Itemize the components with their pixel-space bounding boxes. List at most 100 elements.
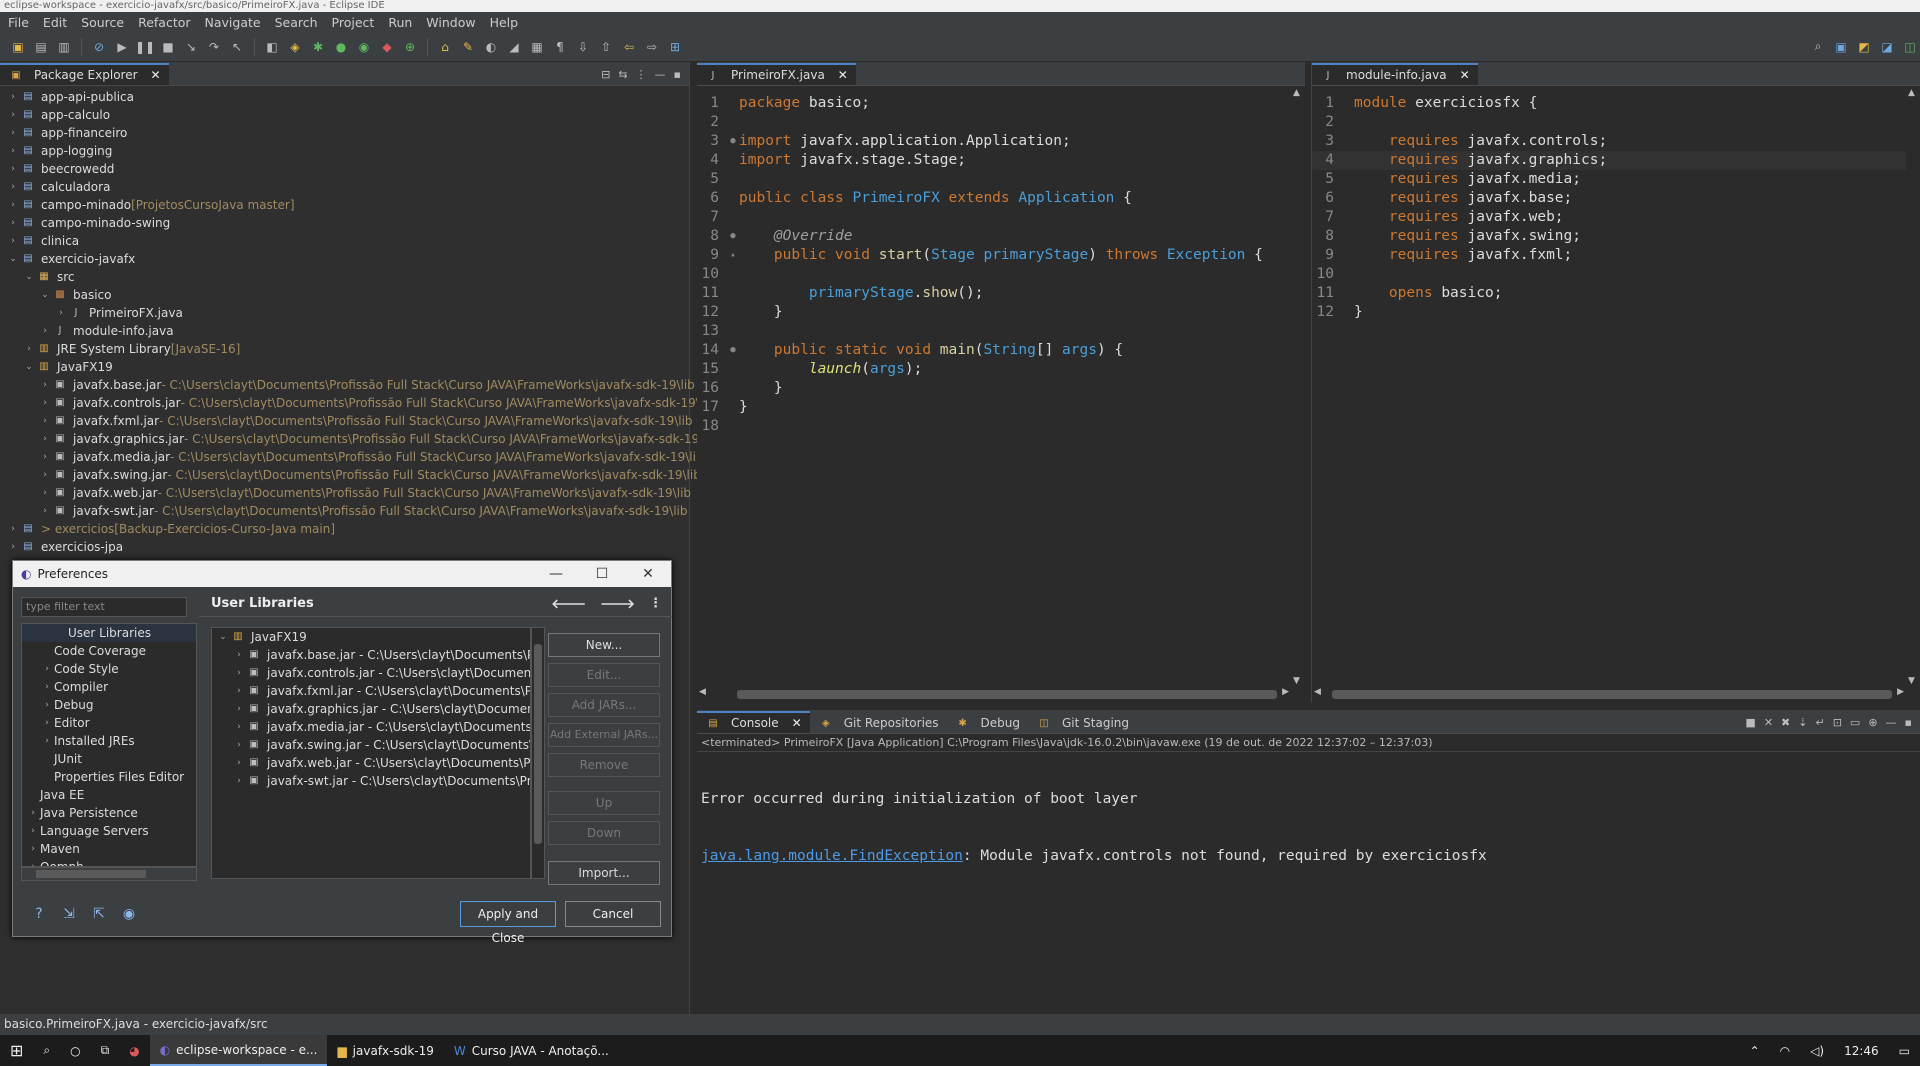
export-prefs-icon[interactable]: ⇱ [89,906,109,926]
expand-toggle-icon[interactable]: › [54,304,68,322]
maximize-icon[interactable]: ▪ [1905,716,1912,729]
tab-primeirofx[interactable]: J PrimeiroFX.java ✕ [697,63,856,85]
expand-toggle-icon[interactable]: › [38,466,52,484]
remove-launch-icon[interactable]: ✕ [1764,716,1773,729]
preferences-nav-item[interactable]: › Compiler [22,678,196,696]
minimize-icon[interactable]: — [1886,716,1897,729]
preferences-nav-item[interactable]: Properties Files Editor [22,768,196,786]
forward-icon[interactable]: ⇨ [642,38,662,56]
expand-toggle-icon[interactable]: › [232,736,246,754]
word-wrap-icon[interactable]: ↵ [1815,716,1824,729]
tree-item[interactable]: ⌄ ▥ JavaFX19 [0,358,690,376]
tree-item[interactable]: › ▤ app-financeiro [0,124,690,142]
tab-git-repositories[interactable]: ◈ Git Repositories [810,711,947,733]
edit-button[interactable]: Edit... [548,663,660,687]
annotation-icon[interactable]: ◢ [504,38,524,56]
remove-button[interactable]: Remove [548,753,660,777]
close-icon[interactable]: ✕ [1460,68,1470,82]
resume-icon[interactable]: ▶ [112,38,132,56]
search-icon[interactable]: ⌕ [33,1035,60,1066]
down-button[interactable]: Down [548,821,660,845]
expand-toggle-icon[interactable]: › [6,520,20,538]
expand-toggle-icon[interactable]: › [26,804,40,822]
expand-toggle-icon[interactable]: › [6,178,20,196]
expand-toggle-icon[interactable]: › [6,160,20,178]
nav-horizontal-scrollbar[interactable] [21,867,197,881]
taskbar-item-eclipse[interactable]: ◐ eclipse-workspace - e... [149,1035,328,1066]
coverage-icon[interactable]: ◉ [354,38,374,56]
tab-console[interactable]: ▤ Console ✕ [697,711,810,733]
expand-toggle-icon[interactable]: ⌄ [22,358,36,376]
library-jar-item[interactable]: › ▣ javafx.base.jar - C:\Users\clayt\Docum… [212,646,530,664]
tree-item[interactable]: › ▤ > exercicios [Backup-Exercicios-Curso-… [0,520,690,538]
suspend-icon[interactable]: ❚❚ [135,38,155,56]
preferences-nav-item[interactable]: › Debug [22,696,196,714]
preferences-nav-item[interactable]: Java EE [22,786,196,804]
expand-toggle-icon[interactable]: › [38,430,52,448]
tree-item[interactable]: › ▣ javafx.web.jar - C:\Users\clayt\Docume… [0,484,691,502]
expand-toggle-icon[interactable]: › [40,678,54,696]
tree-item[interactable]: ⌄ ▦ src [0,268,690,286]
step-return-icon[interactable]: ↖ [227,38,247,56]
toggle-mark-icon[interactable]: ◐ [481,38,501,56]
tree-item[interactable]: › J PrimeiroFX.java [0,304,690,322]
expand-toggle-icon[interactable]: › [22,340,36,358]
view-menu-icon[interactable]: ⋮ [636,68,647,81]
tree-item[interactable]: › ▤ clinica [0,232,690,250]
cancel-button[interactable]: Cancel [565,901,661,927]
display-console-icon[interactable]: ▭ [1850,716,1860,729]
tree-item[interactable]: › ▣ javafx.media.jar - C:\Users\clayt\Docu… [0,448,703,466]
run-icon[interactable]: ● [331,38,351,56]
remove-all-icon[interactable]: ✖ [1781,716,1790,729]
expand-toggle-icon[interactable]: › [232,700,246,718]
scroll-lock-icon[interactable]: ⇣ [1798,716,1807,729]
tree-item[interactable]: › ▣ javafx-swt.jar - C:\Users\clayt\Docume… [0,502,690,520]
task-view-icon[interactable]: ⧉ [91,1035,120,1066]
tree-item[interactable]: › ▣ javafx.graphics.jar - C:\Users\clayt\D… [0,430,717,448]
whitespace-icon[interactable]: ¶ [550,38,570,56]
new-class-icon[interactable]: ⊕ [400,38,420,56]
block-selection-icon[interactable]: ▦ [527,38,547,56]
expand-toggle-icon[interactable]: › [6,142,20,160]
tree-item[interactable]: › ▤ calculadora [0,178,690,196]
library-jar-item[interactable]: › ▣ javafx.media.jar - C:\Users\clayt\Docu… [212,718,530,736]
menu-source[interactable]: Source [77,15,134,30]
open-type-icon[interactable]: ⌂ [435,38,455,56]
tree-item[interactable]: › ▣ javafx.base.jar - C:\Users\clayt\Docum… [0,376,695,394]
add-external-jars-button[interactable]: Add External JARs... [548,723,660,747]
expand-toggle-icon[interactable]: › [232,682,246,700]
code-text[interactable]: 1 module exerciciosfx {2 3 requires javafx… [1312,94,1906,322]
expand-toggle-icon[interactable]: ⌄ [22,268,36,286]
forward-icon[interactable]: 🡒 [600,596,635,612]
minimize-icon[interactable]: — [533,566,579,582]
expand-toggle-icon[interactable]: › [40,660,54,678]
expand-toggle-icon[interactable]: › [232,772,246,790]
tree-item[interactable]: › ▤ beecrowedd [0,160,690,178]
windows-start-icon[interactable]: ⊞ [0,1035,33,1066]
tab-package-explorer[interactable]: ▣ Package Explorer ✕ [0,63,169,85]
menu-help[interactable]: Help [486,15,529,30]
library-root[interactable]: ⌄ ▥ JavaFX19 [212,628,530,646]
expand-toggle-icon[interactable]: › [38,376,52,394]
library-jar-item[interactable]: › ▣ javafx.controls.jar - C:\Users\clayt\D… [212,664,530,682]
tree-item[interactable]: › ▤ exercicios-jpa [0,538,690,556]
vertical-scrollbar[interactable]: ▲ ▼ [1906,88,1920,686]
expand-toggle-icon[interactable]: › [40,732,54,750]
close-icon[interactable]: ✕ [625,566,671,582]
menu-navigate[interactable]: Navigate [201,15,271,30]
debug-perspective-icon[interactable]: ◪ [1877,38,1897,56]
expand-toggle-icon[interactable]: › [40,696,54,714]
close-icon[interactable]: ✕ [838,68,848,82]
tree-item[interactable]: ⌄ ▤ exercicio-javafx [0,250,690,268]
back-icon[interactable]: 🡐 [551,596,586,612]
new-java-project-icon[interactable]: ◧ [262,38,282,56]
new-icon[interactable]: ▣ [8,38,28,56]
terminate-icon[interactable]: ■ [1745,716,1755,729]
tree-item[interactable]: › ▣ javafx.controls.jar - C:\Users\clayt\D… [0,394,714,412]
back-icon[interactable]: ⇦ [619,38,639,56]
maximize-icon[interactable]: ▪ [674,68,681,81]
oomph-icon[interactable]: ◉ [119,906,139,926]
skip-breakpoints-icon[interactable]: ⊘ [89,38,109,56]
cortana-icon[interactable]: ○ [60,1035,90,1066]
library-jar-item[interactable]: › ▣ javafx.fxml.jar - C:\Users\clayt\Docum… [212,682,530,700]
